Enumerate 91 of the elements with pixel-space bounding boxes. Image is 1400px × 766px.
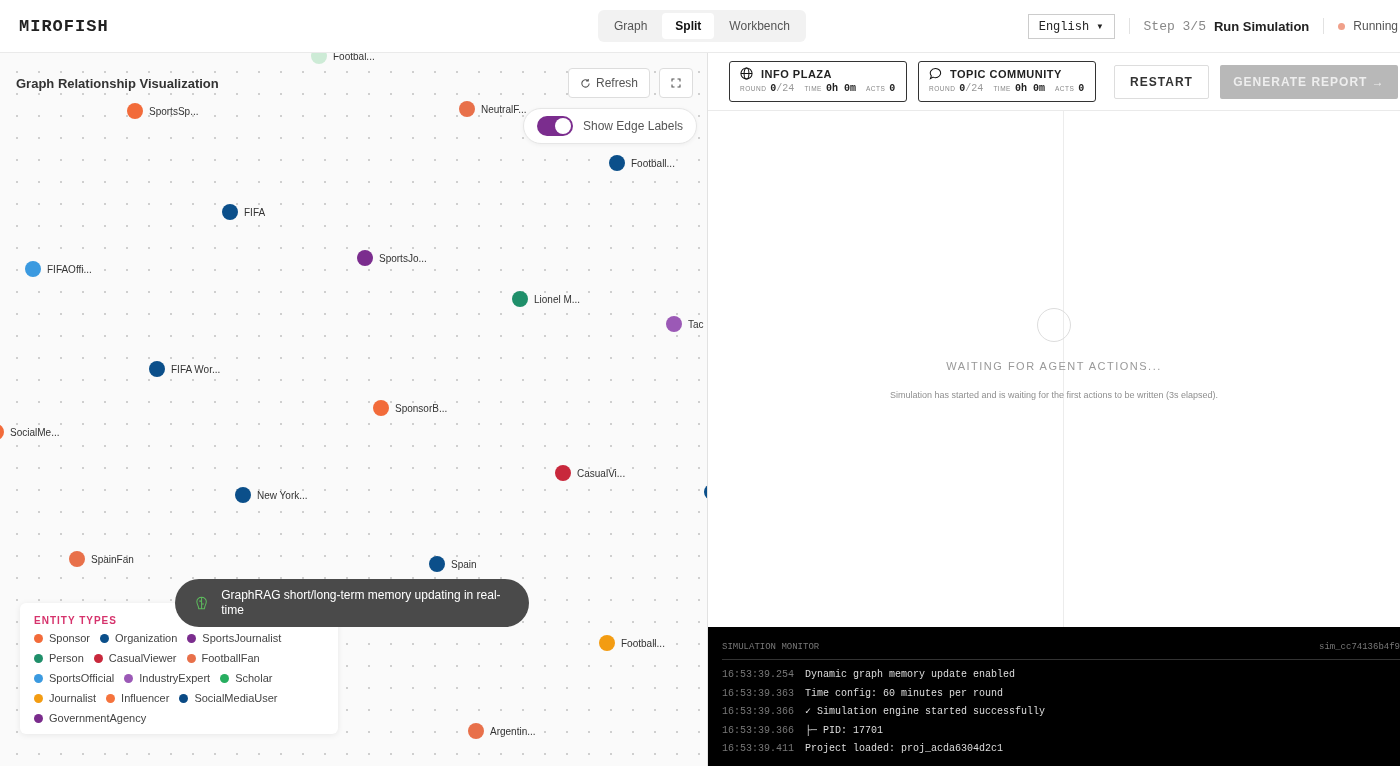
platform-name: INFO PLAZA [761, 67, 832, 80]
step-counter: Step 3/5 [1143, 18, 1206, 34]
view-tab[interactable]: Split [662, 13, 715, 39]
node-label: Footbal... [333, 53, 375, 62]
graph-node[interactable] [25, 261, 41, 277]
log-time: 16:53:39.411 [722, 742, 794, 756]
graph-node[interactable] [357, 250, 373, 266]
graph-node[interactable] [609, 155, 625, 171]
app-logo: MIROFISH [19, 16, 109, 36]
chat-bubble-icon [929, 67, 942, 80]
fullscreen-button[interactable] [659, 68, 694, 98]
graph-node[interactable] [666, 316, 682, 332]
legend-label: CasualViewer [108, 652, 177, 664]
log-message: Time config: 60 minutes per round [805, 686, 1004, 701]
stat-value: 0 [889, 83, 896, 94]
log-time: 16:53:39.254 [722, 668, 794, 682]
log-time: 16:53:39.363 [722, 686, 794, 701]
log-time: 16:53:39.366 [722, 705, 794, 719]
node-label: FIFA [244, 206, 266, 218]
node-label: FIFA Wor... [171, 363, 221, 375]
toggle-label: Show Edge Labels [583, 119, 684, 133]
panel-title: Graph Relationship Visualization [16, 76, 219, 91]
toast-text: GraphRAG short/long-term memory updating in real-time [221, 588, 502, 618]
node-label: Football... [621, 637, 665, 649]
view-tab[interactable]: Workbench [716, 13, 803, 39]
step-title: Run Simulation [1213, 18, 1310, 34]
graph-node[interactable] [149, 361, 165, 377]
graph-node[interactable] [127, 103, 143, 119]
stat-value: 0h 0m [1014, 83, 1045, 94]
refresh-icon [580, 77, 591, 89]
toggle-switch[interactable] [537, 116, 573, 136]
log-message: Project loaded: proj_acda6304d2c1 [805, 742, 1004, 756]
legend-label: SportsJournalist [202, 632, 282, 644]
node-label: NeutralF... [481, 103, 527, 115]
legend-title: ENTITY TYPES [34, 615, 118, 626]
stat-value: 0/24 [770, 83, 795, 94]
stat-value: 0/24 [959, 83, 984, 94]
node-label: Tac [688, 318, 704, 330]
graph-node[interactable] [235, 487, 251, 503]
monitor-title: SIMULATION MONITOR [722, 642, 820, 652]
graph-node[interactable] [468, 723, 484, 739]
refresh-button[interactable]: Refresh [568, 68, 651, 98]
log-message: ├─ PID: 17701 [805, 723, 884, 738]
log-message: Dynamic graph memory update enabled [805, 668, 1016, 682]
language-select[interactable]: English ▾ [1027, 13, 1115, 39]
globe-icon [740, 67, 753, 80]
empty-state-title: WAITING FOR AGENT ACTIONS... [946, 360, 1162, 372]
graph-node[interactable] [429, 556, 445, 572]
node-label: Argentin... [490, 725, 536, 737]
stat-value: 0h 0m [825, 83, 856, 94]
view-tab[interactable]: Graph [601, 13, 661, 39]
node-label: SportsSp... [149, 105, 199, 117]
node-label: SportsJo... [379, 252, 427, 264]
graph-node[interactable] [599, 635, 615, 651]
node-label: Lionel M... [534, 293, 581, 305]
legend-label: Sponsor [49, 632, 90, 644]
node-label: Spain [451, 558, 477, 570]
legend-label: Person [49, 652, 84, 664]
legend-label: SocialMediaUser [194, 692, 278, 704]
stat-value: 0 [1078, 83, 1085, 94]
node-label: Football... [631, 157, 675, 169]
restart-button[interactable]: RESTART [1114, 64, 1209, 99]
legend-label: IndustryExpert [139, 672, 211, 684]
legend-label: GovernmentAgency [49, 712, 147, 724]
node-label: SpainFan [91, 553, 134, 565]
legend-label: Scholar [235, 672, 273, 684]
legend-label: SportsOfficial [49, 672, 115, 684]
graph-node[interactable] [512, 291, 528, 307]
node-label: FIFAOffi... [47, 263, 92, 275]
simulation-id: sim_cc74136b4f9 [1319, 642, 1400, 652]
legend-label: Journalist [49, 692, 97, 704]
node-label: SocialMe... [10, 426, 60, 438]
log-message: ✓ Simulation engine started successfully [805, 705, 1046, 719]
graph-node[interactable] [555, 465, 571, 481]
graph-node[interactable] [373, 400, 389, 416]
fullscreen-icon [671, 78, 682, 88]
status-text: Running [1353, 19, 1398, 33]
legend-label: FootballFan [201, 652, 260, 664]
graph-node[interactable] [459, 101, 475, 117]
platform-name: TOPIC COMMUNITY [950, 67, 1062, 80]
empty-state-text: Simulation has started and is waiting for the first actions to be written (3s elapsed). [889, 390, 1219, 400]
graph-node[interactable] [69, 551, 85, 567]
legend-label: Influencer [121, 692, 170, 704]
log-time: 16:53:39.366 [722, 723, 794, 738]
brain-icon [194, 595, 210, 611]
legend-label: Organization [115, 632, 178, 644]
node-label: SponsorB... [395, 402, 448, 414]
status-dot-icon [1338, 22, 1346, 30]
node-label: New York... [257, 489, 308, 501]
graph-node[interactable] [222, 204, 238, 220]
node-label: CasualVi... [577, 467, 626, 479]
